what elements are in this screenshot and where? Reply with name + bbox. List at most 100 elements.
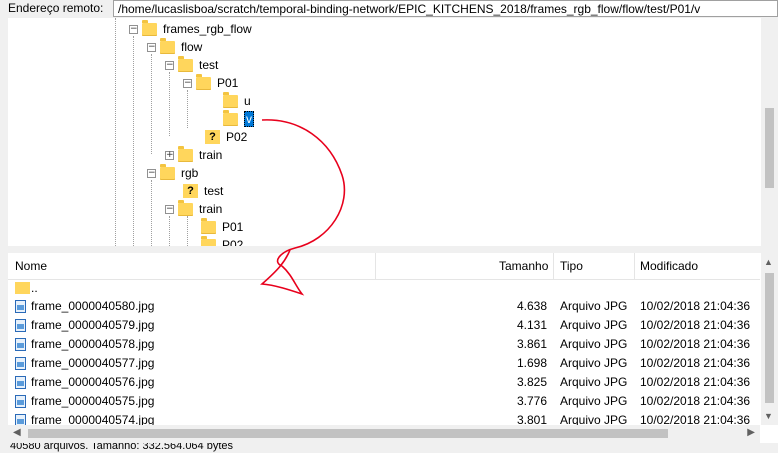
column-header-type[interactable]: Tipo bbox=[560, 259, 583, 273]
address-bar: Endereço remoto: /home/lucaslisboa/scrat… bbox=[0, 0, 778, 18]
file-size: 3.776 bbox=[516, 394, 547, 408]
tree-node[interactable]: − flow bbox=[147, 37, 202, 56]
jpg-file-icon bbox=[15, 376, 26, 389]
jpg-file-icon bbox=[15, 300, 26, 313]
folder-icon bbox=[142, 19, 157, 36]
tree-connector bbox=[169, 72, 170, 136]
folder-icon bbox=[223, 91, 238, 108]
scrollbar-thumb[interactable] bbox=[765, 273, 774, 403]
folder-icon bbox=[178, 145, 193, 162]
scroll-right-icon[interactable]: ▶ bbox=[747, 427, 755, 438]
collapse-toggle[interactable]: − bbox=[183, 78, 192, 88]
tree-node-label[interactable]: train bbox=[199, 202, 222, 216]
tree-node[interactable]: u bbox=[223, 91, 251, 110]
file-modified: 10/02/2018 21:04:36 bbox=[640, 299, 751, 313]
tree-connector bbox=[187, 216, 188, 246]
file-type: Arquivo JPG bbox=[560, 337, 628, 351]
tree-node-label[interactable]: frames_rgb_flow bbox=[163, 22, 252, 36]
file-size: 3.825 bbox=[516, 375, 547, 389]
list-horizontal-scrollbar[interactable]: ◀ ▶ bbox=[8, 425, 760, 443]
file-size: 3.861 bbox=[516, 337, 547, 351]
tree-node[interactable]: P01 bbox=[201, 217, 243, 236]
list-item[interactable]: frame_0000040579.jpg 4.131 Arquivo JPG 1… bbox=[8, 316, 760, 335]
file-modified: 10/02/2018 21:04:36 bbox=[640, 375, 751, 389]
file-type: Arquivo JPG bbox=[560, 375, 628, 389]
column-divider[interactable] bbox=[634, 253, 635, 279]
tree-connector bbox=[187, 90, 188, 128]
file-size: 4.131 bbox=[516, 318, 547, 332]
tree-node[interactable]: ? test bbox=[183, 182, 223, 200]
list-header: Nome Tamanho Tipo Modificado bbox=[8, 253, 760, 280]
collapse-toggle[interactable]: − bbox=[147, 42, 156, 52]
tree-connector bbox=[169, 216, 170, 246]
jpg-file-icon bbox=[15, 395, 26, 408]
scrollbar-thumb[interactable] bbox=[765, 108, 774, 188]
file-type: Arquivo JPG bbox=[560, 356, 628, 370]
tree-node-label[interactable]: v bbox=[244, 111, 254, 127]
collapse-toggle[interactable]: − bbox=[129, 24, 138, 34]
list-item[interactable]: frame_0000040576.jpg 3.825 Arquivo JPG 1… bbox=[8, 373, 760, 392]
tree-node-label[interactable]: test bbox=[199, 58, 218, 72]
column-header-name[interactable]: Nome bbox=[15, 259, 47, 273]
unknown-folder-icon: ? bbox=[205, 130, 220, 144]
remote-file-list: Nome Tamanho Tipo Modificado .. frame_00… bbox=[8, 253, 778, 443]
column-divider[interactable] bbox=[553, 253, 554, 279]
file-name: .. bbox=[31, 281, 38, 295]
collapse-toggle[interactable]: − bbox=[147, 168, 156, 178]
folder-icon bbox=[15, 282, 30, 294]
list-item[interactable]: frame_0000040577.jpg 1.698 Arquivo JPG 1… bbox=[8, 354, 760, 373]
collapse-toggle[interactable]: − bbox=[165, 60, 174, 70]
tree-node[interactable]: − P01 bbox=[183, 73, 238, 92]
file-type: Arquivo JPG bbox=[560, 394, 628, 408]
remote-path-input[interactable]: /home/lucaslisboa/scratch/temporal-bindi… bbox=[113, 0, 778, 17]
scroll-down-icon[interactable]: ▼ bbox=[764, 411, 773, 421]
file-name: frame_0000040575.jpg bbox=[31, 394, 155, 408]
tree-connector bbox=[151, 54, 152, 154]
tree-node-label[interactable]: flow bbox=[181, 40, 202, 54]
tree-node-label[interactable]: P01 bbox=[222, 220, 243, 234]
status-bar: 40580 arquivos. Tamanho: 332.564.064 byt… bbox=[0, 443, 778, 453]
tree-node-label[interactable]: train bbox=[199, 148, 222, 162]
list-item[interactable]: frame_0000040580.jpg 4.638 Arquivo JPG 1… bbox=[8, 297, 760, 316]
tree-connector bbox=[115, 18, 116, 246]
list-item[interactable]: frame_0000040575.jpg 3.776 Arquivo JPG 1… bbox=[8, 392, 760, 411]
tree-node[interactable]: − rgb bbox=[147, 163, 198, 182]
tree-node-label[interactable]: test bbox=[204, 184, 223, 198]
file-name: frame_0000040579.jpg bbox=[31, 318, 155, 332]
folder-icon bbox=[160, 163, 175, 180]
expand-toggle[interactable]: + bbox=[165, 150, 174, 160]
pane-splitter[interactable] bbox=[0, 246, 778, 253]
tree-node[interactable]: − frames_rgb_flow bbox=[129, 19, 252, 38]
tree-node[interactable]: − train bbox=[165, 199, 222, 218]
tree-node[interactable]: + train bbox=[165, 145, 222, 164]
file-type: Arquivo JPG bbox=[560, 299, 628, 313]
tree-node-label[interactable]: u bbox=[244, 94, 251, 108]
list-vertical-scrollbar[interactable]: ▲ ▼ bbox=[761, 253, 778, 425]
folder-icon bbox=[201, 217, 216, 234]
scroll-left-icon[interactable]: ◀ bbox=[13, 427, 21, 438]
tree-connector bbox=[133, 36, 134, 246]
unknown-folder-icon: ? bbox=[183, 184, 198, 198]
tree-node[interactable]: − test bbox=[165, 55, 218, 74]
column-divider[interactable] bbox=[375, 253, 376, 279]
tree-node[interactable]: ? P02 bbox=[205, 128, 247, 146]
scroll-up-icon[interactable]: ▲ bbox=[764, 257, 773, 267]
list-item[interactable]: frame_0000040578.jpg 3.861 Arquivo JPG 1… bbox=[8, 335, 760, 354]
column-header-modified[interactable]: Modificado bbox=[640, 259, 698, 273]
file-size: 1.698 bbox=[516, 356, 547, 370]
tree-node-label[interactable]: P02 bbox=[226, 130, 247, 144]
list-item-parent[interactable]: .. bbox=[8, 279, 760, 298]
file-modified: 10/02/2018 21:04:36 bbox=[640, 394, 751, 408]
file-name: frame_0000040577.jpg bbox=[31, 356, 155, 370]
tree-node-label[interactable]: P01 bbox=[217, 76, 238, 90]
tree-node-selected[interactable]: v bbox=[223, 109, 254, 128]
jpg-file-icon bbox=[15, 357, 26, 370]
tree-node-label[interactable]: rgb bbox=[181, 166, 198, 180]
collapse-toggle[interactable]: − bbox=[165, 204, 174, 214]
file-modified: 10/02/2018 21:04:36 bbox=[640, 337, 751, 351]
folder-icon bbox=[223, 109, 238, 126]
tree-vertical-scrollbar[interactable] bbox=[761, 18, 778, 246]
scrollbar-thumb[interactable] bbox=[28, 429, 668, 438]
column-header-size[interactable]: Tamanho bbox=[499, 259, 548, 273]
file-name: frame_0000040576.jpg bbox=[31, 375, 155, 389]
